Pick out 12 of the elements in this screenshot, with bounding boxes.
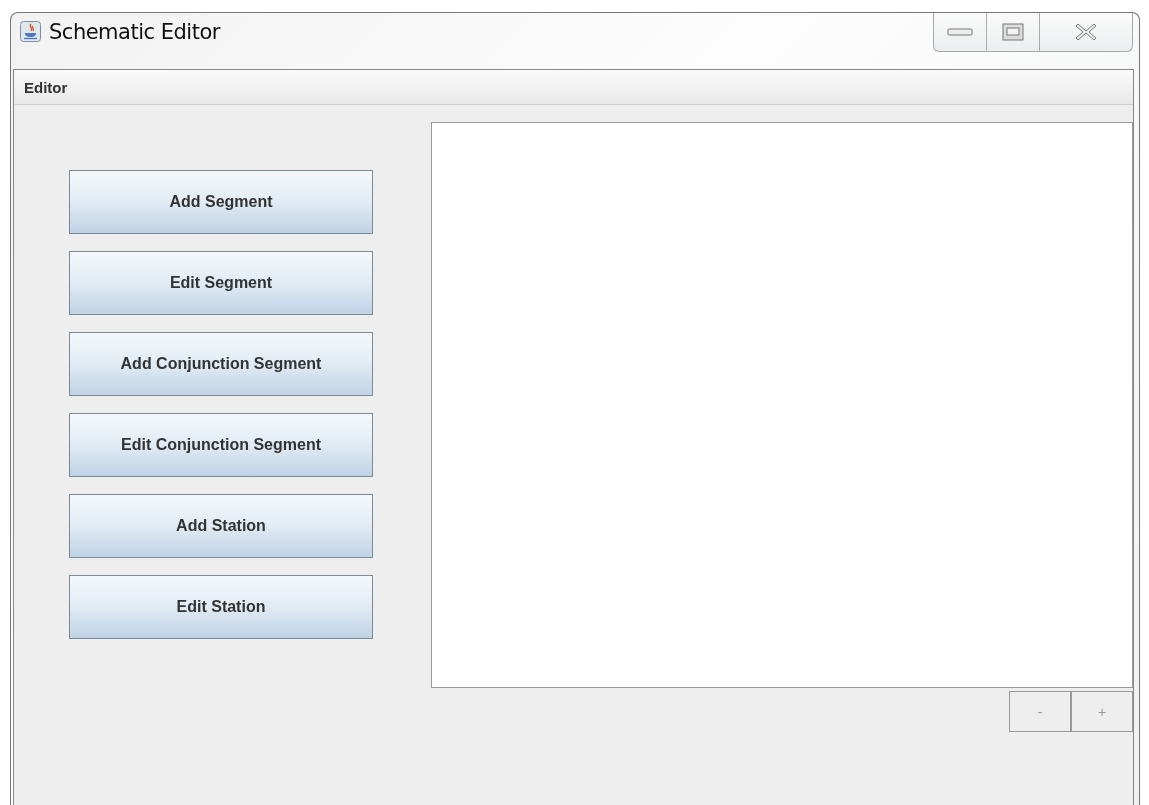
tool-button[interactable]: Edit Conjunction Segment — [69, 413, 373, 477]
maximize-icon — [1002, 23, 1024, 41]
app-icon — [20, 21, 41, 42]
minimize-icon — [947, 28, 973, 36]
tool-button[interactable]: Edit Station — [69, 575, 373, 639]
tool-button[interactable]: Add Segment — [69, 170, 373, 234]
tool-button[interactable]: Add Station — [69, 494, 373, 558]
tool-button[interactable]: Add Conjunction Segment — [69, 332, 373, 396]
close-icon — [1075, 22, 1097, 42]
window-title: Schematic Editor — [49, 20, 220, 44]
menu-item[interactable]: Editor — [22, 76, 70, 98]
tool-button[interactable]: Edit Segment — [69, 251, 373, 315]
